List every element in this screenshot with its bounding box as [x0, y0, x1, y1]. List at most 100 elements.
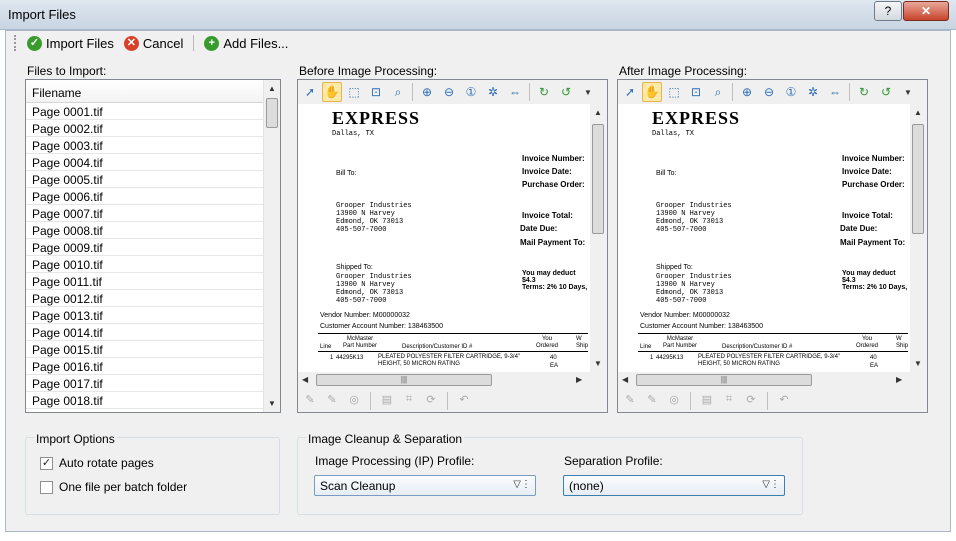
- zoom-page-icon[interactable]: ⌕: [388, 82, 408, 102]
- edit-icon[interactable]: ✎: [324, 393, 340, 409]
- scroll-down-icon[interactable]: ▼: [914, 359, 922, 368]
- crop-icon[interactable]: ⌗: [721, 393, 737, 409]
- close-button[interactable]: ✕: [903, 1, 949, 21]
- refresh-icon[interactable]: ⟳: [423, 393, 439, 409]
- zoom-region-icon[interactable]: ⊡: [366, 82, 386, 102]
- scroll-thumb[interactable]: |||: [636, 374, 812, 386]
- doc-mail-payment: Mail Payment To:: [520, 238, 586, 247]
- zoom-out-icon[interactable]: ⊖: [439, 82, 459, 102]
- scroll-thumb[interactable]: [266, 98, 278, 128]
- undo-icon[interactable]: ↶: [456, 393, 472, 409]
- after-viewer[interactable]: ➚ ✋ ⬚ ⊡ ⌕ ⊕ ⊖ ① ✲ ⇔ ↻ ↺ ▼ EXPRESS Dallas…: [617, 79, 928, 413]
- edit-icon[interactable]: ✎: [644, 393, 660, 409]
- edit-icon[interactable]: ✎: [302, 393, 318, 409]
- zoom-in-icon[interactable]: ⊕: [737, 82, 757, 102]
- scroll-thumb[interactable]: [592, 124, 604, 234]
- file-list-item[interactable]: Page 0003.tif: [26, 137, 264, 154]
- scroll-down-icon[interactable]: ▼: [594, 359, 602, 368]
- scroll-up-icon[interactable]: ▲: [268, 84, 276, 93]
- file-list-item[interactable]: Page 0008.tif: [26, 222, 264, 239]
- actual-size-icon[interactable]: ①: [781, 82, 801, 102]
- file-list-scrollbar[interactable]: ▲ ▼: [263, 80, 280, 412]
- file-list-item[interactable]: Page 0017.tif: [26, 375, 264, 392]
- pan-hand-icon[interactable]: ✋: [642, 82, 662, 102]
- scroll-down-icon[interactable]: ▼: [268, 399, 276, 408]
- undo-icon[interactable]: ↶: [776, 393, 792, 409]
- rotate-right-icon[interactable]: ↺: [556, 82, 576, 102]
- file-list-item[interactable]: Page 0015.tif: [26, 341, 264, 358]
- pan-hand-icon[interactable]: ✋: [322, 82, 342, 102]
- file-list-item[interactable]: Page 0009.tif: [26, 239, 264, 256]
- file-list-item[interactable]: Page 0007.tif: [26, 205, 264, 222]
- scroll-right-icon[interactable]: ▶: [896, 375, 902, 384]
- preview-horizontal-scrollbar[interactable]: ◀ ||| ▶: [618, 372, 910, 388]
- document-preview[interactable]: EXPRESS Dallas, TX Invoice Number: Invoi…: [618, 104, 910, 372]
- toolbar-overflow-icon[interactable]: ▼: [898, 82, 918, 102]
- fit-page-icon[interactable]: ✲: [483, 82, 503, 102]
- file-list[interactable]: Filename Page 0001.tif Page 0002.tif Page …: [25, 79, 281, 413]
- pointer-tool-icon[interactable]: ➚: [300, 82, 320, 102]
- document-preview[interactable]: EXPRESS Dallas, TX Invoice Number: Invoi…: [298, 104, 590, 372]
- rotate-right-icon[interactable]: ↺: [876, 82, 896, 102]
- target-icon[interactable]: ◎: [346, 393, 362, 409]
- rotate-left-icon[interactable]: ↻: [854, 82, 874, 102]
- toolbar-overflow-icon[interactable]: ▼: [578, 82, 598, 102]
- scroll-left-icon[interactable]: ◀: [622, 375, 628, 384]
- doc-rule: [318, 351, 588, 352]
- rotate-left-icon[interactable]: ↻: [534, 82, 554, 102]
- file-list-item[interactable]: Page 0006.tif: [26, 188, 264, 205]
- file-list-item[interactable]: Page 0001.tif: [26, 103, 264, 120]
- crop-icon[interactable]: ⌗: [401, 393, 417, 409]
- fit-width-icon[interactable]: ⇔: [825, 82, 845, 102]
- file-list-item[interactable]: Page 0005.tif: [26, 171, 264, 188]
- pointer-tool-icon[interactable]: ➚: [620, 82, 640, 102]
- file-list-item[interactable]: Page 0002.tif: [26, 120, 264, 137]
- doc-col-ordered: You Ordered: [535, 336, 558, 349]
- select-region-icon[interactable]: ⬚: [664, 82, 684, 102]
- help-button[interactable]: ?: [874, 1, 902, 21]
- auto-rotate-checkbox-row[interactable]: ✓ Auto rotate pages: [40, 456, 154, 470]
- scroll-up-icon[interactable]: ▲: [914, 108, 922, 117]
- histogram-icon[interactable]: ▤: [699, 393, 715, 409]
- scroll-left-icon[interactable]: ◀: [302, 375, 308, 384]
- import-files-button[interactable]: ✓ Import Files: [23, 34, 118, 53]
- scroll-thumb[interactable]: [912, 124, 924, 234]
- file-list-item[interactable]: Page 0011.tif: [26, 273, 264, 290]
- cancel-button[interactable]: ✕ Cancel: [120, 34, 187, 53]
- file-list-item[interactable]: Page 0014.tif: [26, 324, 264, 341]
- doc-row-line: 1: [650, 355, 654, 361]
- preview-vertical-scrollbar[interactable]: ▲ ▼: [590, 104, 607, 372]
- auto-rotate-label: Auto rotate pages: [59, 456, 154, 470]
- file-list-item[interactable]: Page 0010.tif: [26, 256, 264, 273]
- file-list-item[interactable]: Page 0018.tif: [26, 392, 264, 409]
- filename-column-header[interactable]: Filename: [26, 80, 280, 103]
- fit-page-icon[interactable]: ✲: [803, 82, 823, 102]
- add-files-button[interactable]: + Add Files...: [200, 34, 292, 53]
- select-region-icon[interactable]: ⬚: [344, 82, 364, 102]
- preview-vertical-scrollbar[interactable]: ▲ ▼: [910, 104, 927, 372]
- scroll-thumb[interactable]: |||: [316, 374, 492, 386]
- edit-icon[interactable]: ✎: [622, 393, 638, 409]
- fit-width-icon[interactable]: ⇔: [505, 82, 525, 102]
- file-list-item[interactable]: Page 0012.tif: [26, 290, 264, 307]
- histogram-icon[interactable]: ▤: [379, 393, 395, 409]
- file-list-item[interactable]: Page 0016.tif: [26, 358, 264, 375]
- file-list-item[interactable]: Page 0004.tif: [26, 154, 264, 171]
- one-file-checkbox[interactable]: [40, 480, 53, 494]
- file-list-item[interactable]: Page 0013.tif: [26, 307, 264, 324]
- zoom-in-icon[interactable]: ⊕: [417, 82, 437, 102]
- auto-rotate-checkbox[interactable]: ✓: [40, 456, 53, 470]
- scroll-right-icon[interactable]: ▶: [576, 375, 582, 384]
- scroll-up-icon[interactable]: ▲: [594, 108, 602, 117]
- zoom-out-icon[interactable]: ⊖: [759, 82, 779, 102]
- zoom-page-icon[interactable]: ⌕: [708, 82, 728, 102]
- actual-size-icon[interactable]: ①: [461, 82, 481, 102]
- preview-horizontal-scrollbar[interactable]: ◀ ||| ▶: [298, 372, 590, 388]
- refresh-icon[interactable]: ⟳: [743, 393, 759, 409]
- before-viewer[interactable]: ➚ ✋ ⬚ ⊡ ⌕ ⊕ ⊖ ① ✲ ⇔ ↻ ↺ ▼ EXPRESS Dallas…: [297, 79, 608, 413]
- target-icon[interactable]: ◎: [666, 393, 682, 409]
- separation-profile-select[interactable]: (none) ▽⋮: [563, 475, 785, 496]
- zoom-region-icon[interactable]: ⊡: [686, 82, 706, 102]
- one-file-checkbox-row[interactable]: One file per batch folder: [40, 480, 187, 494]
- ip-profile-select[interactable]: Scan Cleanup ▽⋮: [314, 475, 536, 496]
